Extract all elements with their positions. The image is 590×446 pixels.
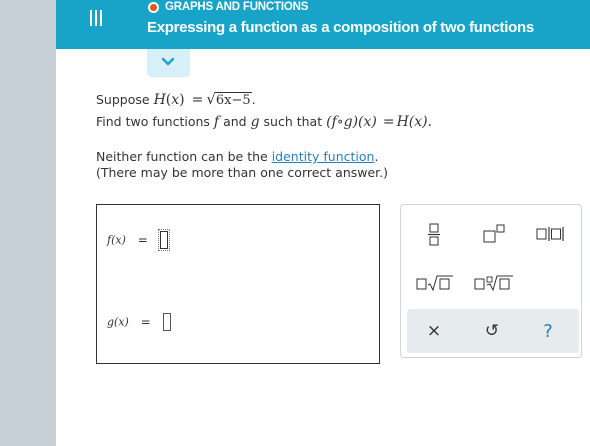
chevron-down-icon: [161, 57, 175, 66]
question-mark-icon: ?: [543, 320, 553, 342]
composition-expression: (f∘g)(x): [326, 114, 377, 130]
fraction-button[interactable]: [423, 219, 445, 249]
equals-sign: =: [191, 92, 204, 108]
and-word: and: [223, 114, 247, 129]
note-line: (There may be more than one correct answ…: [96, 165, 389, 180]
keypad-actions: × ↺ ?: [407, 309, 579, 353]
square-root-icon: [416, 275, 453, 292]
f-symbol: f: [213, 114, 220, 130]
hamburger-icon[interactable]: [90, 10, 104, 27]
equals-sign-2: =: [382, 114, 395, 130]
close-icon: ×: [426, 321, 442, 341]
radicand: 6x−5: [214, 92, 252, 108]
topic-label: GRAPHS AND FUNCTIONS: [165, 1, 309, 13]
math-keypad: × ↺ ?: [400, 204, 582, 358]
undo-button[interactable]: ↺: [479, 317, 505, 345]
g-equals: =: [140, 314, 151, 329]
g-answer-label: g(x): [107, 315, 129, 329]
undo-icon: ↺: [484, 321, 500, 341]
menu-button[interactable]: [56, 0, 87, 49]
suppose-label: Suppose: [96, 92, 150, 107]
page-title: Expressing a function as a composition o…: [147, 19, 534, 36]
neither-suffix: .: [374, 149, 379, 164]
absolute-value-button[interactable]: [535, 219, 571, 249]
exponent-button[interactable]: [479, 219, 509, 249]
answer-box: f(x) = g(x) =: [96, 204, 380, 364]
g-answer-input[interactable]: [162, 313, 171, 331]
f-answer-input[interactable]: [157, 229, 170, 251]
status-dot: [148, 2, 159, 13]
nth-root-button[interactable]: [473, 269, 515, 297]
f-equals: =: [137, 232, 148, 247]
expand-button[interactable]: [147, 49, 190, 77]
find-line: Find two functions f and g such that (f∘…: [96, 114, 432, 130]
fraction-icon: [428, 223, 440, 246]
period: .: [251, 92, 256, 107]
suppose-line: Suppose H(x) = √6x−5.: [96, 90, 256, 108]
clear-button[interactable]: ×: [421, 317, 447, 345]
f-answer-label: f(x): [107, 233, 126, 247]
g-symbol: g: [250, 114, 260, 130]
square-root-button[interactable]: [415, 269, 455, 297]
neither-prefix: Neither function can be the: [96, 149, 268, 164]
result-expression: H(x).: [396, 114, 433, 130]
g-answer-row: g(x) =: [107, 313, 171, 331]
exponent-icon: [483, 224, 505, 243]
left-gutter: [0, 0, 56, 446]
absolute-value-icon: [536, 227, 564, 241]
x-symbol: x: [171, 92, 180, 108]
f-answer-row: f(x) =: [107, 229, 170, 251]
help-button[interactable]: ?: [535, 317, 561, 345]
find-prefix: Find two functions: [96, 114, 210, 129]
identity-function-link[interactable]: identity function: [272, 149, 375, 164]
such-that: such that: [263, 114, 323, 129]
h-symbol: H: [153, 92, 166, 108]
nth-root-icon: [474, 275, 513, 292]
neither-line: Neither function can be the identity fun…: [96, 149, 378, 164]
